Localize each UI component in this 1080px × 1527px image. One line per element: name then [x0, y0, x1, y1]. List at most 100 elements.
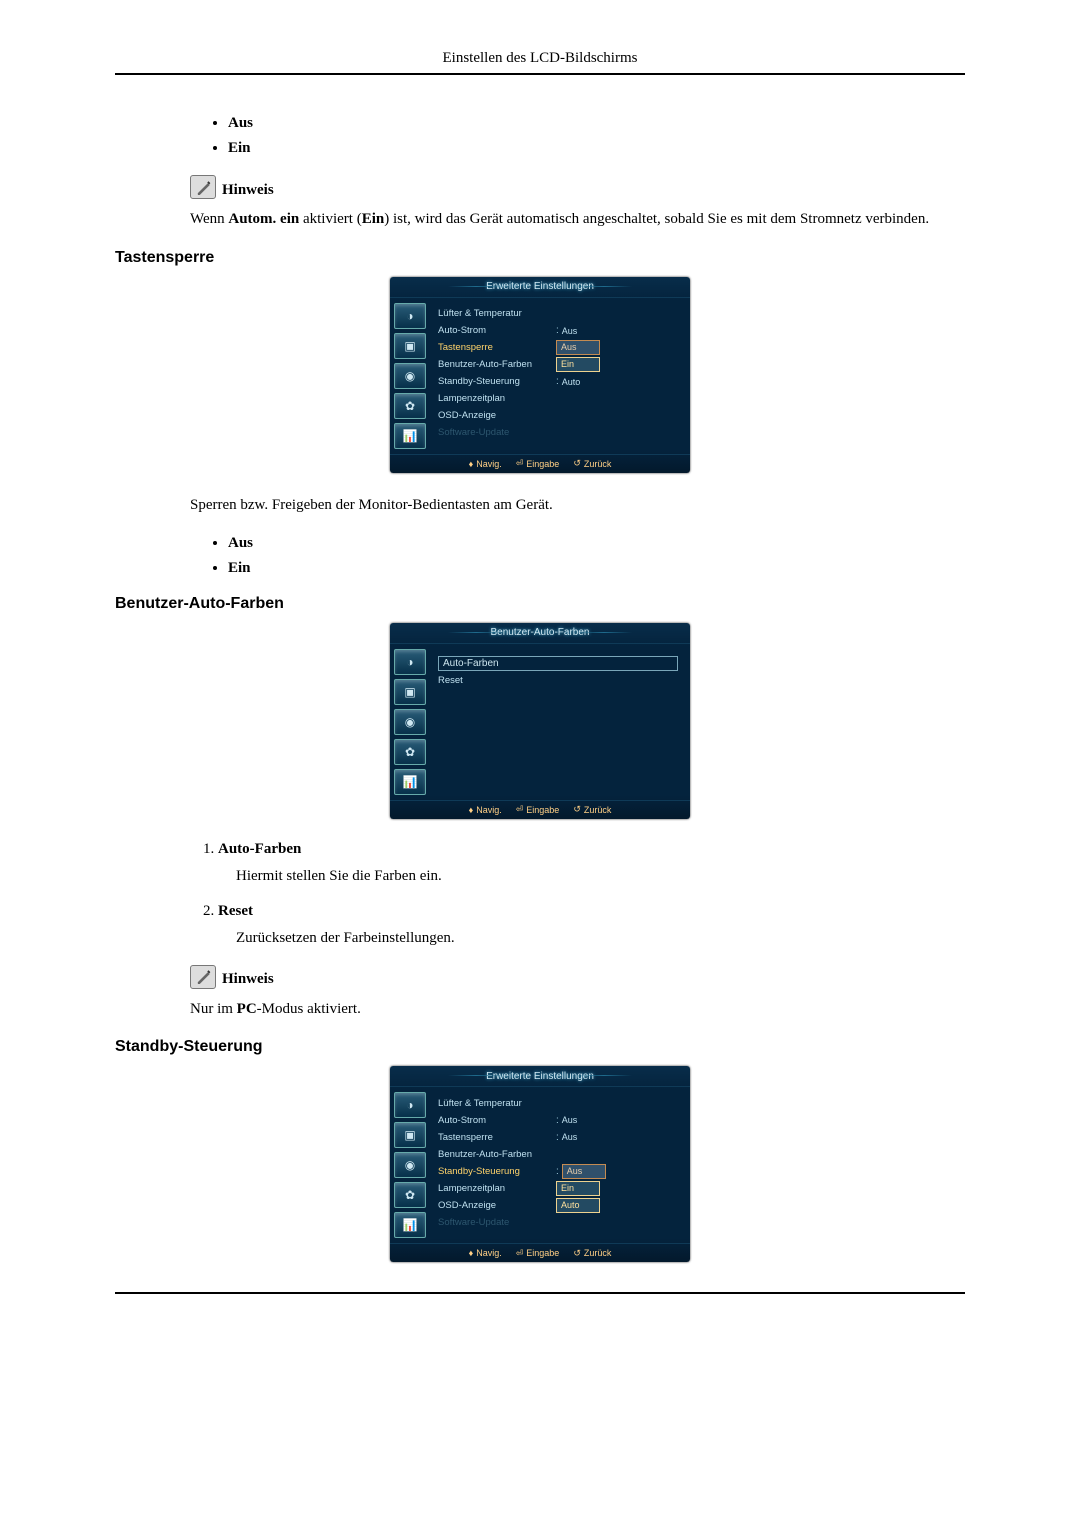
- note-icon: [190, 965, 216, 989]
- enter-icon: ⏎: [516, 1248, 524, 1259]
- list-item: Reset Zurücksetzen der Farbeinstellungen…: [218, 903, 965, 947]
- osd-label: Lüfter & Temperatur: [438, 308, 556, 319]
- enter-icon: ⏎: [516, 458, 524, 469]
- list-item: Auto-Farben Hiermit stellen Sie die Farb…: [218, 841, 965, 885]
- note-label: Hinweis: [222, 971, 274, 988]
- osd-body: ◑ ▣ ◉ ✿ 📊 Auto-Farben Reset: [390, 644, 690, 800]
- colon: :: [556, 325, 559, 336]
- heading-standby-steuerung: Standby-Steuerung: [115, 1038, 965, 1056]
- option-aus: Aus: [228, 115, 965, 132]
- note-label: Hinweis: [222, 182, 274, 199]
- osd-label: OSD-Anzeige: [438, 1200, 556, 1211]
- nt-b1: Autom. ein: [228, 211, 299, 227]
- footer-rule: [115, 1292, 965, 1294]
- osd-label: Auto-Strom: [438, 325, 556, 336]
- footer-eingabe: ⏎Eingabe: [516, 804, 560, 815]
- osd-label: Software-Update: [438, 1217, 556, 1228]
- sidebar-icon-4: ✿: [394, 393, 426, 419]
- benutzerauto-content: Auto-Farben Hiermit stellen Sie die Farb…: [190, 841, 965, 1021]
- option-aus: Aus: [228, 535, 965, 552]
- osd-value: Aus: [556, 340, 600, 355]
- osd-label: Benutzer-Auto-Farben: [438, 1149, 556, 1160]
- colon: :: [556, 376, 559, 387]
- footer-eingabe: ⏎Eingabe: [516, 458, 560, 469]
- osd-footer: ♦Navig. ⏎Eingabe ↺Zurück: [390, 800, 690, 819]
- sidebar-icon-3: ◉: [394, 709, 426, 735]
- osd-label: Lampenzeitplan: [438, 1183, 556, 1194]
- enter-icon: ⏎: [516, 804, 524, 815]
- osd-footer: ♦Navig. ⏎Eingabe ↺Zurück: [390, 454, 690, 473]
- benutzer-auto-numlist: Auto-Farben Hiermit stellen Sie die Farb…: [190, 841, 965, 947]
- footer-eingabe: ⏎Eingabe: [516, 1248, 560, 1259]
- osd-label: Auto-Strom: [438, 1115, 556, 1126]
- sidebar-icon-4: ✿: [394, 1182, 426, 1208]
- return-icon: ↺: [573, 1248, 581, 1259]
- sidebar-icon-3: ◉: [394, 363, 426, 389]
- osd-row: Standby-Steuerung:Auto: [434, 374, 682, 390]
- osd-label: Lüfter & Temperatur: [438, 1098, 556, 1109]
- osd-benutzerautofarben: Benutzer-Auto-Farben ◑ ▣ ◉ ✿ 📊 Auto-Farb…: [390, 623, 690, 819]
- osd-row: Benutzer-Auto-FarbenEin: [434, 357, 682, 373]
- autom-ein-options: Aus Ein: [190, 115, 965, 157]
- sidebar-icon-5: 📊: [394, 769, 426, 795]
- osd-standby: Erweiterte Einstellungen ◑ ▣ ◉ ✿ 📊 Lüfte…: [390, 1066, 690, 1262]
- osd-row: Lüfter & Temperatur: [434, 306, 682, 322]
- sidebar-icon-1: ◑: [394, 303, 426, 329]
- osd-value: Ein: [556, 357, 600, 372]
- item-title: Reset: [218, 903, 965, 920]
- colon: :: [556, 1115, 559, 1126]
- osd-label: Lampenzeitplan: [438, 393, 556, 404]
- osd-title: Erweiterte Einstellungen: [390, 277, 690, 298]
- osd-value: Aus: [562, 1164, 606, 1179]
- osd-row: Tastensperre:Aus: [434, 1129, 682, 1145]
- return-icon: ↺: [573, 804, 581, 815]
- option-ein: Ein: [228, 560, 965, 577]
- sidebar-icon-3: ◉: [394, 1152, 426, 1178]
- osd-value: Ein: [556, 1181, 600, 1196]
- sidebar-icon-1: ◑: [394, 649, 426, 675]
- osd-value: Aus: [562, 326, 578, 336]
- osd-menu: Lüfter & Temperatur Auto-Strom:Aus Taste…: [430, 298, 690, 454]
- osd-label: Reset: [438, 675, 556, 686]
- nt-mid: aktiviert (: [299, 211, 361, 227]
- osd-sidebar: ◑ ▣ ◉ ✿ 📊: [390, 298, 430, 454]
- colon: :: [556, 1132, 559, 1143]
- item-desc: Zurücksetzen der Farbeinstellungen.: [218, 930, 965, 947]
- footer-zuruck: ↺Zurück: [573, 1248, 611, 1259]
- sidebar-icon-2: ▣: [394, 1122, 426, 1148]
- osd-footer: ♦Navig. ⏎Eingabe ↺Zurück: [390, 1243, 690, 1262]
- osd-label: Benutzer-Auto-Farben: [438, 359, 556, 370]
- note-text: Nur im PC-Modus aktiviert.: [190, 999, 965, 1021]
- osd-tastensperre: Erweiterte Einstellungen ◑ ▣ ◉ ✿ 📊 Lüfte…: [390, 277, 690, 473]
- document-page: Einstellen des LCD-Bildschirms Aus Ein H…: [0, 0, 1080, 1354]
- osd-value: Auto: [556, 1198, 600, 1213]
- footer-navig: ♦Navig.: [469, 1248, 502, 1258]
- heading-tastensperre: Tastensperre: [115, 249, 965, 267]
- osd-title: Benutzer-Auto-Farben: [390, 623, 690, 644]
- nt-b1: PC: [237, 1001, 257, 1017]
- page-header-title: Einstellen des LCD-Bildschirms: [115, 50, 965, 67]
- osd-sidebar: ◑ ▣ ◉ ✿ 📊: [390, 644, 430, 800]
- tastensperre-content: Sperren bzw. Freigeben der Monitor-Bedie…: [190, 495, 965, 577]
- osd-row: Lampenzeitplan: [434, 391, 682, 407]
- sidebar-icon-2: ▣: [394, 333, 426, 359]
- sidebar-icon-2: ▣: [394, 679, 426, 705]
- osd-body: ◑ ▣ ◉ ✿ 📊 Lüfter & Temperatur Auto-Strom…: [390, 1087, 690, 1243]
- arrows-icon: ♦: [469, 805, 474, 815]
- osd-label: Standby-Steuerung: [438, 1166, 556, 1177]
- osd-label: Tastensperre: [438, 1132, 556, 1143]
- osd-body: ◑ ▣ ◉ ✿ 📊 Lüfter & Temperatur Auto-Strom…: [390, 298, 690, 454]
- osd-row: LampenzeitplanEin: [434, 1180, 682, 1196]
- option-ein: Ein: [228, 140, 965, 157]
- osd-row: Benutzer-Auto-Farben: [434, 1146, 682, 1162]
- osd-value: Aus: [562, 1115, 578, 1125]
- osd-row: Lüfter & Temperatur: [434, 1095, 682, 1111]
- osd-menu: Lüfter & Temperatur Auto-Strom:Aus Taste…: [430, 1087, 690, 1243]
- return-icon: ↺: [573, 458, 581, 469]
- colon: :: [556, 1166, 559, 1177]
- osd-row-dim: Software-Update: [434, 425, 682, 441]
- nt-pre: Wenn: [190, 211, 228, 227]
- osd-row: OSD-AnzeigeAuto: [434, 1197, 682, 1213]
- heading-benutzer-auto-farben: Benutzer-Auto-Farben: [115, 595, 965, 613]
- item-title: Auto-Farben: [218, 841, 965, 858]
